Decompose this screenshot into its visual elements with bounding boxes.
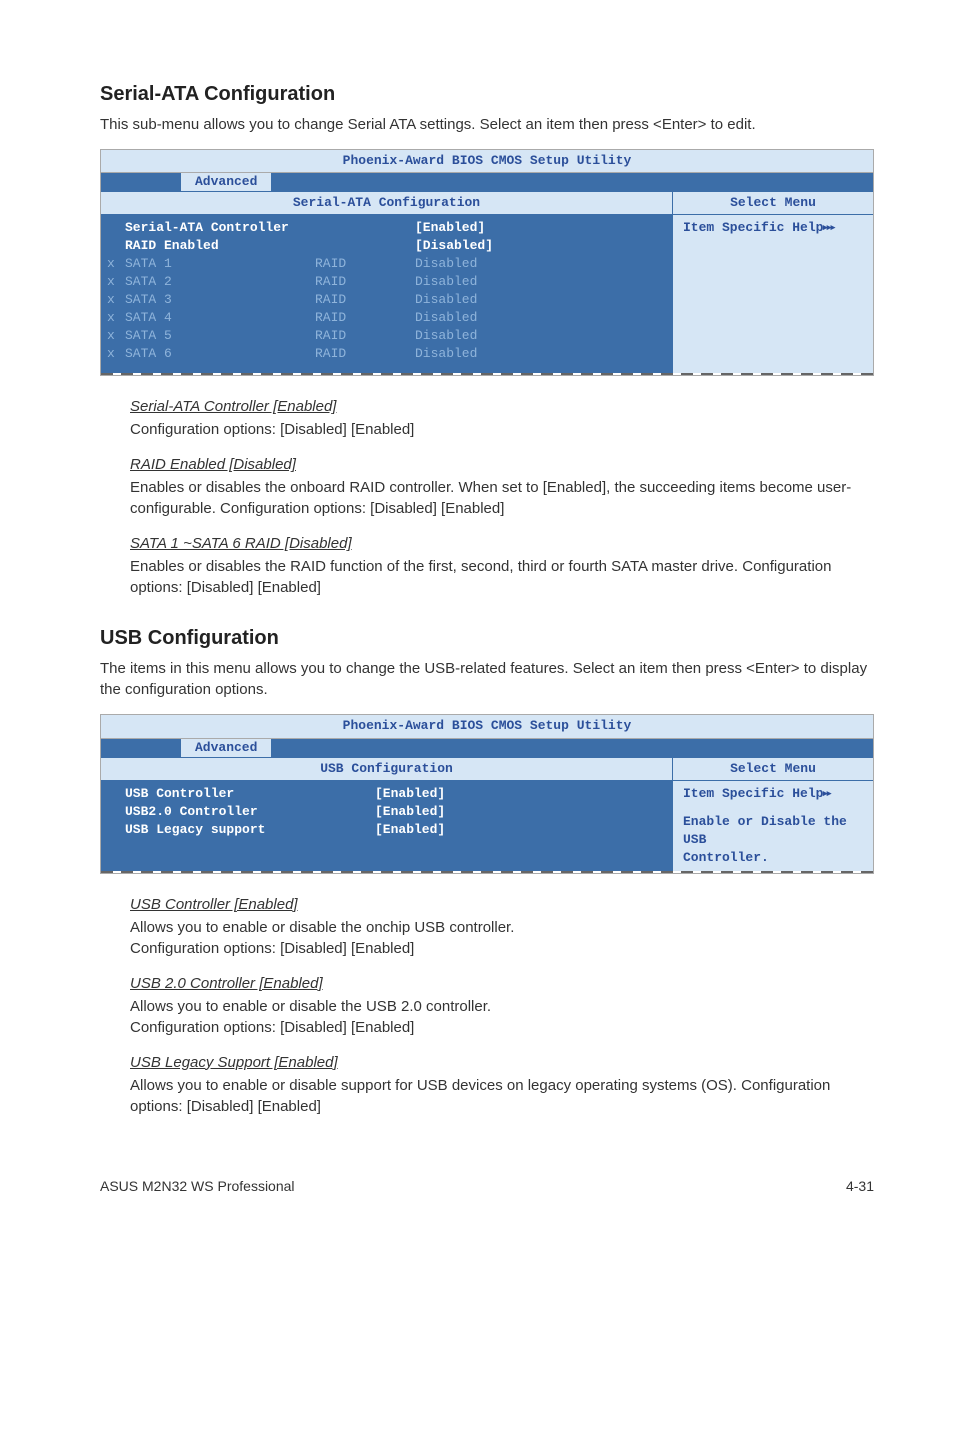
bios-help-pane: Item Specific Help Enable or Disable the… [673, 781, 873, 871]
bios-header-right: Select Menu [673, 757, 873, 781]
value: [Enabled] [375, 785, 485, 803]
option-block: RAID Enabled [Disabled] Enables or disab… [100, 454, 874, 519]
bios-separator [101, 871, 873, 873]
x-mark: x [107, 291, 125, 309]
value: Disabled [415, 255, 525, 273]
row-usb-legacy[interactable]: USB Legacy support [Enabled] [125, 821, 672, 839]
value: Disabled [415, 273, 525, 291]
option-text: Allows you to enable or disable the USB … [130, 996, 874, 1038]
mid: RAID [315, 255, 415, 273]
mid [315, 219, 415, 237]
bios-body-left: Serial-ATA Controller [Enabled] RAID Ena… [101, 215, 673, 373]
usb-heading: USB Configuration [100, 624, 874, 652]
row-usb20-controller[interactable]: USB2.0 Controller [Enabled] [125, 803, 672, 821]
help-text: Item Specific Help [683, 220, 823, 235]
bios-usb-box: Phoenix-Award BIOS CMOS Setup Utility Ad… [100, 714, 874, 873]
label: USB2.0 Controller [125, 803, 375, 821]
x-mark: x [107, 309, 125, 327]
label: SATA 5 [125, 327, 315, 345]
mid: RAID [315, 273, 415, 291]
label: SATA 4 [125, 309, 315, 327]
help-text: Item Specific Help [683, 786, 823, 801]
bios-body-left: USB Controller [Enabled] USB2.0 Controll… [101, 781, 673, 871]
footer-left: ASUS M2N32 WS Professional [100, 1177, 295, 1197]
bios-header-right: Select Menu [673, 191, 873, 215]
row-raid-enabled[interactable]: RAID Enabled [Disabled] [125, 237, 672, 255]
option-block: USB Controller [Enabled] Allows you to e… [100, 894, 874, 959]
option-heading: USB 2.0 Controller [Enabled] [130, 973, 874, 994]
mid: RAID [315, 327, 415, 345]
label: USB Controller [125, 785, 375, 803]
serial-ata-intro: This sub-menu allows you to change Seria… [100, 114, 874, 135]
option-block: USB 2.0 Controller [Enabled] Allows you … [100, 973, 874, 1038]
option-block: Serial-ATA Controller [Enabled] Configur… [100, 396, 874, 440]
option-block: USB Legacy Support [Enabled] Allows you … [100, 1052, 874, 1117]
option-heading: RAID Enabled [Disabled] [130, 454, 874, 475]
bios-help-pane: Item Specific Help [673, 215, 873, 373]
row-serial-ata-controller[interactable]: Serial-ATA Controller [Enabled] [125, 219, 672, 237]
label: RAID Enabled [125, 237, 315, 255]
label: SATA 3 [125, 291, 315, 309]
bios-title: Phoenix-Award BIOS CMOS Setup Utility [101, 715, 873, 738]
value: Disabled [415, 309, 525, 327]
bios-title: Phoenix-Award BIOS CMOS Setup Utility [101, 150, 873, 173]
option-heading: SATA 1 ~SATA 6 RAID [Disabled] [130, 533, 874, 554]
label: SATA 2 [125, 273, 315, 291]
value: Disabled [415, 291, 525, 309]
mid: RAID [315, 345, 415, 363]
mid: RAID [315, 309, 415, 327]
bios-separator [101, 373, 873, 375]
option-text: Configuration options: [Disabled] [Enabl… [130, 419, 874, 440]
footer-right: 4-31 [846, 1177, 874, 1197]
bios-tabs: Advanced [101, 173, 873, 191]
option-heading: USB Legacy Support [Enabled] [130, 1052, 874, 1073]
option-heading: Serial-ATA Controller [Enabled] [130, 396, 874, 417]
value: Disabled [415, 327, 525, 345]
value: [Enabled] [375, 821, 485, 839]
row-sata6: x SATA 6 RAID Disabled [125, 345, 672, 363]
mid: RAID [315, 291, 415, 309]
tab-advanced[interactable]: Advanced [181, 739, 271, 757]
option-text: Allows you to enable or disable the onch… [130, 917, 874, 959]
tab-advanced[interactable]: Advanced [181, 173, 271, 191]
arrows-icon [823, 220, 832, 235]
bios-header-left: Serial-ATA Configuration [101, 191, 673, 215]
x-mark: x [107, 345, 125, 363]
option-text: Enables or disables the RAID function of… [130, 556, 874, 598]
row-sata5: x SATA 5 RAID Disabled [125, 327, 672, 345]
row-sata3: x SATA 3 RAID Disabled [125, 291, 672, 309]
option-block: SATA 1 ~SATA 6 RAID [Disabled] Enables o… [100, 533, 874, 598]
label: USB Legacy support [125, 821, 375, 839]
option-text: Allows you to enable or disable support … [130, 1075, 874, 1117]
serial-ata-heading: Serial-ATA Configuration [100, 80, 874, 108]
value: [Enabled] [375, 803, 485, 821]
mid [315, 237, 415, 255]
row-sata1: x SATA 1 RAID Disabled [125, 255, 672, 273]
label: SATA 1 [125, 255, 315, 273]
bios-header-left: USB Configuration [101, 757, 673, 781]
row-usb-controller[interactable]: USB Controller [Enabled] [125, 785, 672, 803]
help-extra-1: Enable or Disable the USB [683, 813, 863, 849]
label: SATA 6 [125, 345, 315, 363]
value: [Disabled] [415, 237, 525, 255]
option-text: Enables or disables the onboard RAID con… [130, 477, 874, 519]
arrows-icon [823, 786, 829, 801]
page-footer: ASUS M2N32 WS Professional 4-31 [100, 1177, 874, 1197]
x-mark: x [107, 273, 125, 291]
bios-tabs: Advanced [101, 739, 873, 757]
label: Serial-ATA Controller [125, 219, 315, 237]
bios-serial-ata-box: Phoenix-Award BIOS CMOS Setup Utility Ad… [100, 149, 874, 376]
value: [Enabled] [415, 219, 525, 237]
row-sata4: x SATA 4 RAID Disabled [125, 309, 672, 327]
value: Disabled [415, 345, 525, 363]
x-mark: x [107, 255, 125, 273]
help-extra-2: Controller. [683, 849, 863, 867]
usb-intro: The items in this menu allows you to cha… [100, 658, 874, 700]
option-heading: USB Controller [Enabled] [130, 894, 874, 915]
row-sata2: x SATA 2 RAID Disabled [125, 273, 672, 291]
x-mark: x [107, 327, 125, 345]
